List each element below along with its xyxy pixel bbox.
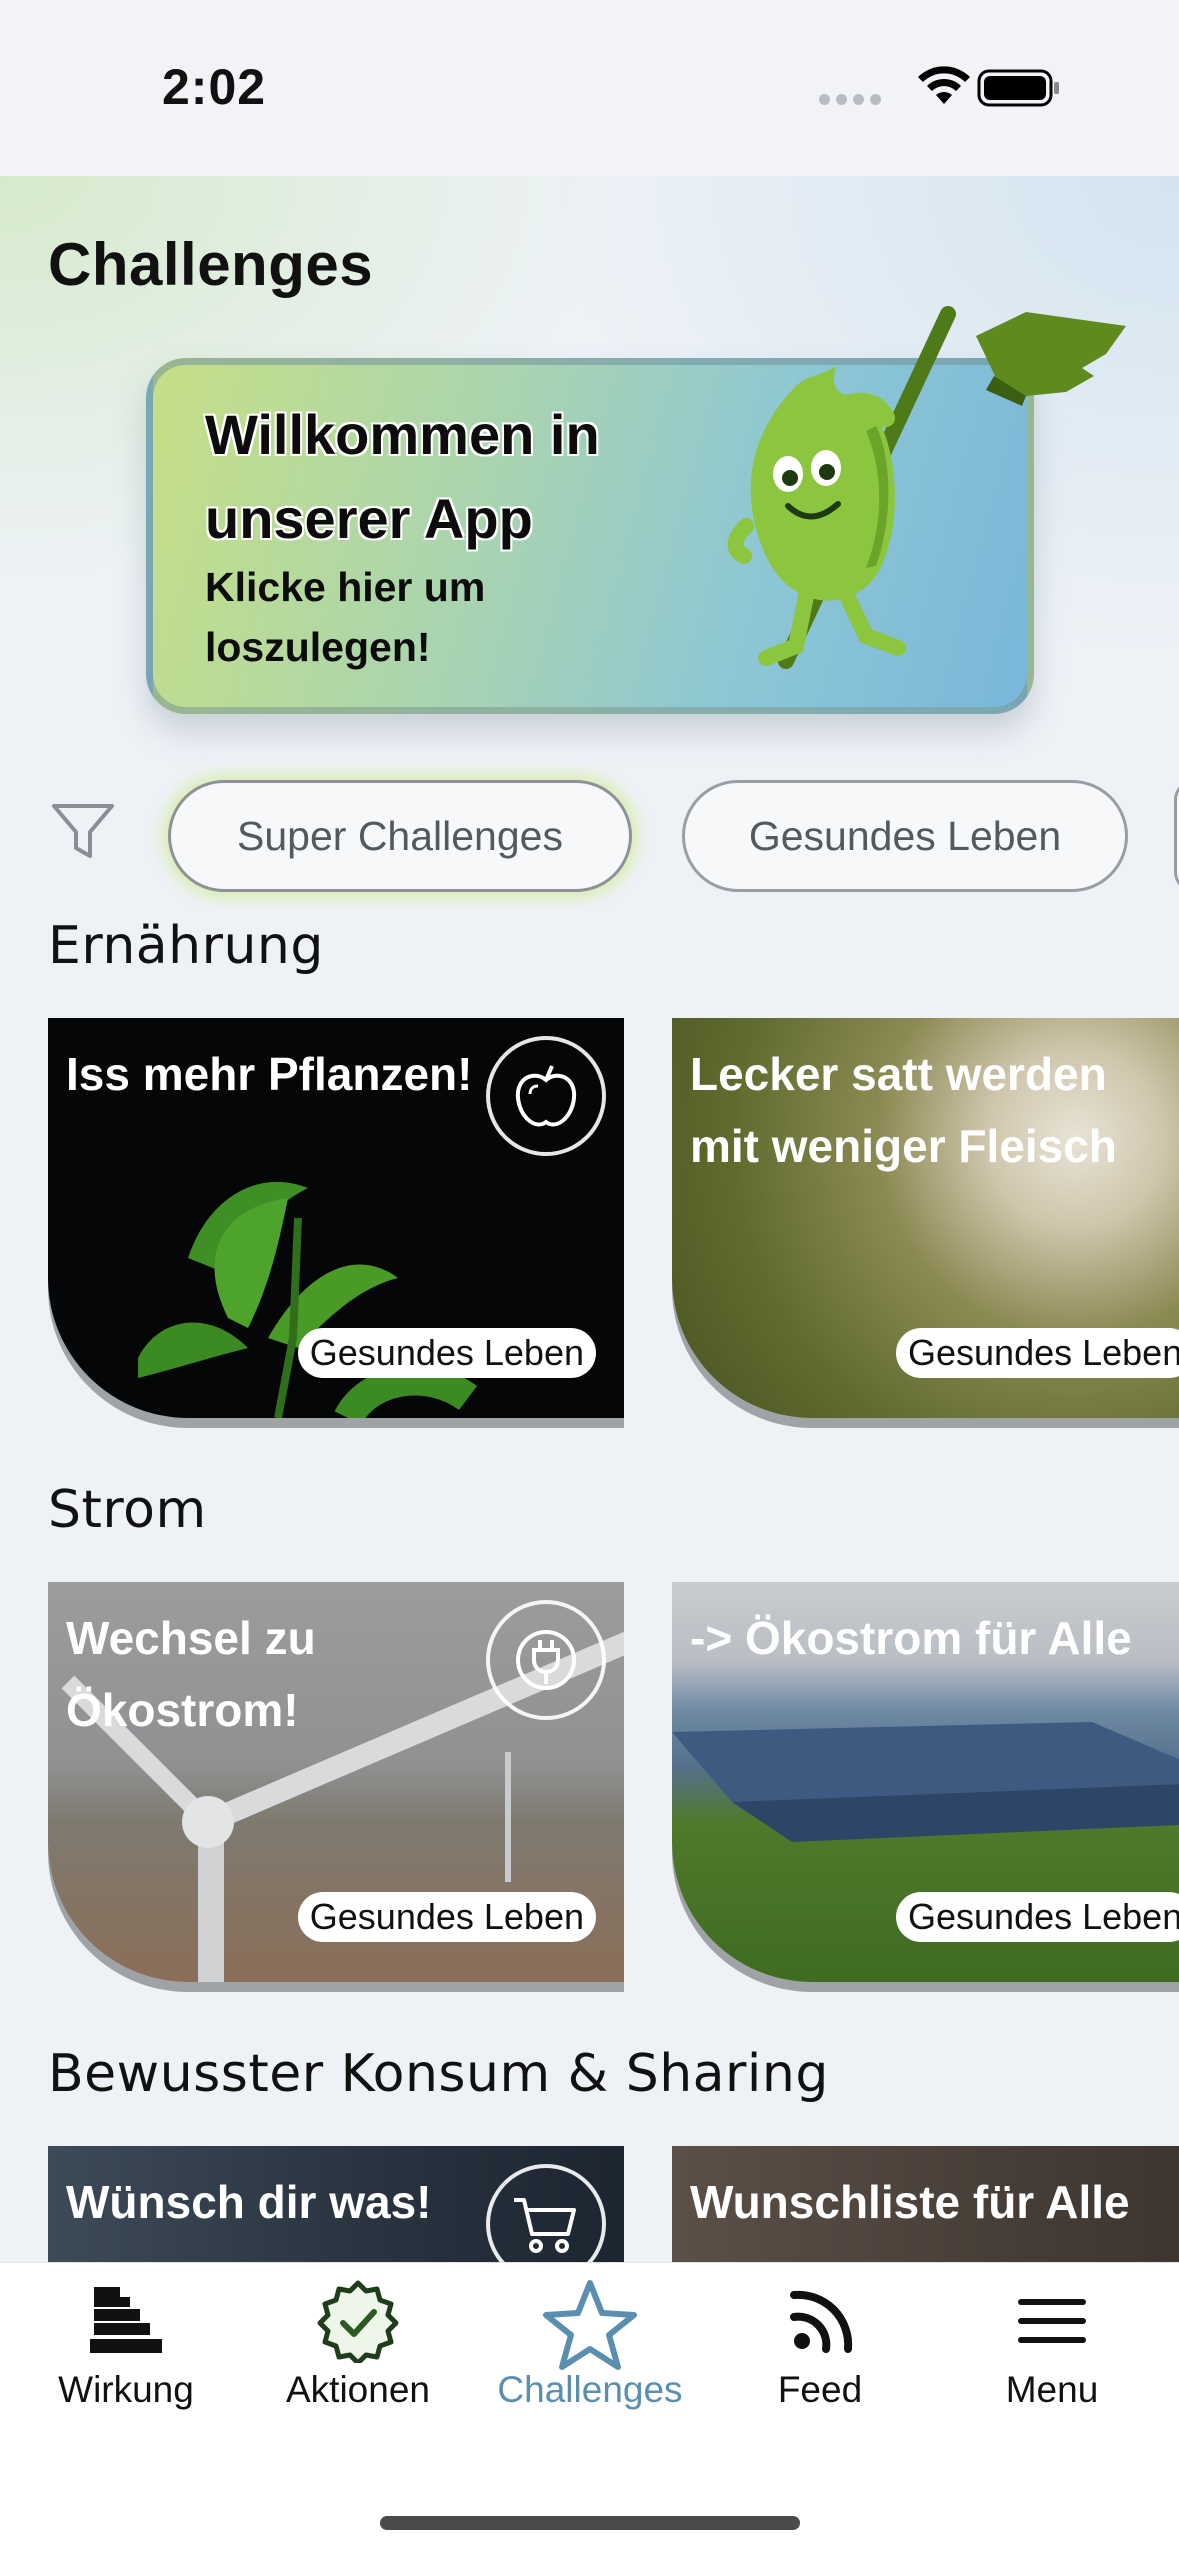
card-title: Wünsch dir was! (66, 2176, 432, 2228)
card-title: Lecker satt werden mit weniger Fleisch (690, 1048, 1117, 1172)
nav-label: Aktionen (286, 2369, 430, 2410)
section-title-konsum-sharing: Bewusster Konsum & Sharing (48, 2044, 829, 2104)
challenge-card[interactable]: Wunschliste für Alle (672, 2146, 1179, 2262)
challenge-card[interactable]: -> Ökostrom für Alle Gesundes Leben (672, 1582, 1179, 1982)
nav-label: Feed (777, 2369, 863, 2410)
nav-label: Challenges (497, 2369, 683, 2410)
status-icons (819, 62, 1079, 112)
card-title: -> Ökostrom für Alle (690, 1612, 1132, 1664)
card-title: Wunschliste für Alle (690, 2176, 1130, 2228)
challenge-card[interactable]: Wechsel zu Ökostrom! Gesundes Leben (48, 1582, 624, 1982)
card-title: Iss mehr Pflanzen! (66, 1048, 473, 1100)
card-title: Wechsel zu Ökostrom! (66, 1612, 316, 1736)
plug-icon (486, 1600, 606, 1720)
nav-item-feed[interactable]: Feed (720, 2273, 920, 2433)
impact-icon (90, 2287, 162, 2353)
challenges-screen[interactable]: Challenges Willkommen in unserer App Kli… (0, 176, 1179, 2262)
status-bar: 2:02 (0, 0, 1179, 176)
filter-chip-gesundes-leben[interactable]: Gesundes Leben (682, 780, 1128, 892)
category-badge: Gesundes Leben (297, 1328, 596, 1378)
rss-icon (790, 2290, 853, 2353)
cellular-signal-icon (819, 92, 887, 110)
badge-check-icon (317, 2280, 399, 2363)
section-title-ernaehrung: Ernährung (48, 916, 324, 976)
filter-chip-super-challenges[interactable]: Super Challenges (168, 780, 632, 892)
challenge-card[interactable]: Lecker satt werden mit weniger Fleisch G… (672, 1018, 1179, 1418)
page-title: Challenges (48, 231, 374, 298)
nav-item-wirkung[interactable]: Wirkung (26, 2273, 226, 2433)
battery-icon (977, 69, 1059, 107)
category-badge: Gesundes Leben (896, 1892, 1179, 1942)
filter-chip-more[interactable] (1174, 780, 1179, 892)
bottom-navigation: Wirkung Aktionen Challenges Feed Menu (0, 2262, 1179, 2556)
category-badge: Gesundes Leben (297, 1892, 596, 1942)
star-icon (543, 2280, 637, 2370)
challenge-card[interactable]: Wünsch dir was! (48, 2146, 624, 2262)
hamburger-icon (1018, 2299, 1086, 2343)
filter-icon[interactable] (50, 798, 116, 864)
nav-label: Menu (1005, 2369, 1099, 2410)
nav-label: Wirkung (58, 2369, 194, 2410)
challenge-card[interactable]: Iss mehr Pflanzen! Gesundes Leben (48, 1018, 624, 1418)
category-badge: Gesundes Leben (896, 1328, 1179, 1378)
banner-heading: Willkommen in unserer App (205, 403, 600, 550)
wifi-icon (918, 66, 970, 104)
home-indicator[interactable] (380, 2516, 800, 2530)
section-title-strom: Strom (48, 1480, 207, 1540)
nav-item-aktionen[interactable]: Aktionen (258, 2273, 458, 2433)
banner-subtext: Klicke hier um loszulegen! (205, 564, 486, 670)
leaf-mascot-illustration (727, 306, 1126, 669)
nav-item-challenges[interactable]: Challenges (490, 2273, 690, 2433)
nav-item-menu[interactable]: Menu (952, 2273, 1152, 2433)
status-time: 2:02 (162, 59, 267, 115)
apple-icon (486, 1036, 606, 1156)
